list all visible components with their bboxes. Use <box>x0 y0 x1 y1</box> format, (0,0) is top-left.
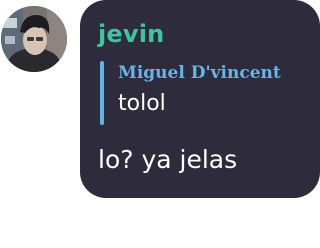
reply-quote-bar <box>100 61 104 125</box>
message-bubble[interactable]: jevin Miguel D'vincent tolol lo? ya jela… <box>80 0 320 198</box>
message-username[interactable]: jevin <box>98 19 164 49</box>
reply-text: tolol <box>118 91 166 116</box>
reply-quote[interactable]: Miguel D'vincent tolol <box>98 61 312 125</box>
user-avatar-photo <box>1 6 67 72</box>
reply-author: Miguel D'vincent <box>118 63 281 83</box>
message-text: lo? ya jelas <box>98 145 238 174</box>
user-avatar[interactable] <box>1 6 67 72</box>
